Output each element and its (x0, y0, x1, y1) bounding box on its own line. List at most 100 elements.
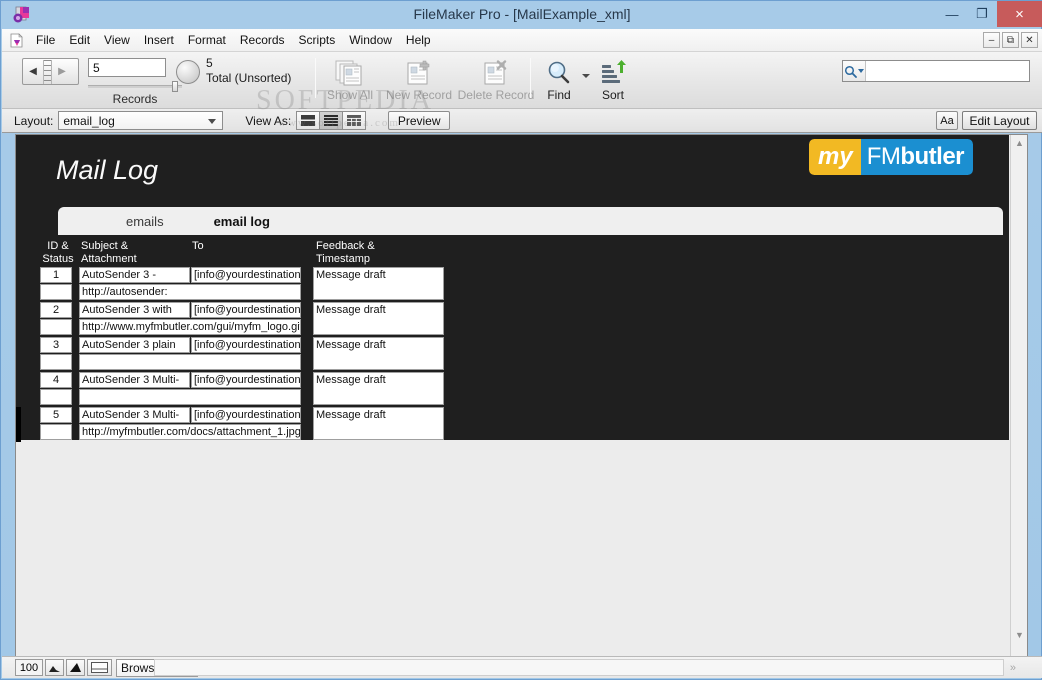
cell-to[interactable]: [info@yourdestination. (191, 407, 301, 423)
record-slider[interactable] (88, 81, 182, 92)
view-as-group (296, 111, 367, 130)
scroll-up-icon[interactable]: ▲ (1011, 135, 1027, 151)
show-all-records-button[interactable]: Show All (320, 56, 380, 106)
vertical-scrollbar[interactable]: ▲ ▼ (1010, 135, 1027, 658)
cell-subject[interactable]: AutoSender 3 - (79, 267, 190, 283)
cell-status[interactable] (40, 424, 72, 440)
tab-emails[interactable]: emails (116, 207, 174, 235)
document-restore-button[interactable]: ⧉ (1002, 32, 1019, 48)
myfmbutler-logo: my FM butler (809, 139, 974, 175)
zoom-out-icon[interactable] (45, 659, 64, 676)
delete-record-label: Delete Record (457, 88, 535, 102)
layout-select-value: email_log (63, 113, 115, 128)
document-minimize-button[interactable]: – (983, 32, 1000, 48)
sort-button[interactable]: Sort (594, 56, 632, 106)
cell-record-id[interactable]: 3 (40, 337, 72, 353)
cell-status[interactable] (40, 354, 72, 370)
search-dropdown-caret-icon[interactable] (858, 69, 864, 73)
view-as-list-button[interactable] (319, 111, 344, 130)
cell-to[interactable]: [info@yourdestination. (191, 337, 301, 353)
menu-item-help[interactable]: Help (399, 31, 438, 50)
menu-item-window[interactable]: Window (342, 31, 399, 50)
zoom-level-indicator[interactable]: 100 (15, 659, 43, 676)
view-as-table-button[interactable] (342, 111, 367, 130)
cell-subject[interactable]: AutoSender 3 with (79, 302, 190, 318)
cell-attachment[interactable] (79, 354, 301, 370)
find-button[interactable]: Find (540, 56, 578, 106)
cell-subject[interactable]: AutoSender 3 Multi- (79, 372, 190, 388)
view-as-form-button[interactable] (296, 111, 321, 130)
scroll-down-icon[interactable]: ▼ (1011, 626, 1027, 643)
cell-status[interactable] (40, 284, 72, 300)
slider-thumb[interactable] (172, 81, 178, 92)
quick-search-box[interactable] (842, 60, 1030, 82)
table-row[interactable]: 2 AutoSender 3 with http://www.myfmbutler.… (16, 302, 1009, 337)
find-dropdown-caret-icon[interactable] (582, 74, 590, 78)
tab-email-log[interactable]: email log (204, 207, 280, 235)
menu-item-file[interactable]: File (29, 31, 62, 50)
previous-record-button[interactable]: ◀ (23, 59, 43, 84)
cell-status[interactable] (40, 389, 72, 405)
column-header-line1: ID & (47, 240, 69, 252)
horizontal-scrollbar[interactable] (154, 659, 1004, 676)
window-minimize-button[interactable]: — (937, 1, 967, 27)
menu-item-insert[interactable]: Insert (137, 31, 181, 50)
column-header-id-status: ID & Status (38, 240, 78, 266)
record-marker[interactable] (16, 372, 21, 407)
layout-select[interactable]: email_log (58, 111, 224, 130)
window-close-button[interactable]: × (997, 1, 1042, 27)
chevron-down-icon (208, 119, 217, 124)
delete-record-icon (481, 56, 511, 86)
cell-feedback[interactable]: Message draft (313, 302, 444, 335)
cell-record-id[interactable]: 5 (40, 407, 72, 423)
cell-record-id[interactable]: 2 (40, 302, 72, 318)
logo-fmbutler-text: FM butler (860, 139, 974, 175)
preview-button[interactable]: Preview (388, 111, 451, 130)
edit-layout-button[interactable]: Edit Layout (962, 111, 1037, 130)
cell-attachment[interactable]: http://www.myfmbutler.com/gui/myfm_logo.… (79, 319, 301, 335)
cell-to[interactable]: [info@yourdestination. (191, 372, 301, 388)
table-row[interactable]: 5 AutoSender 3 Multi-http://myfmbutler.co… (16, 407, 1009, 442)
new-record-button[interactable]: New Record (383, 56, 455, 106)
window-maximize-button[interactable]: ❐ (967, 1, 997, 27)
cell-attachment[interactable]: http://autosender: (79, 284, 301, 300)
document-close-button[interactable]: ✕ (1021, 32, 1038, 48)
next-record-button[interactable]: ▶ (52, 59, 72, 84)
cell-to[interactable]: [info@yourdestination. (191, 302, 301, 318)
current-record-marker[interactable] (16, 407, 21, 442)
table-row[interactable]: 4 AutoSender 3 Multi- [info@yourdestinatio… (16, 372, 1009, 407)
table-row[interactable]: 1 AutoSender 3 - http://autosender: [info@y… (16, 267, 1009, 302)
cell-subject[interactable]: AutoSender 3 Multi- (79, 407, 190, 423)
scroll-right-icon[interactable]: » (1010, 662, 1016, 674)
delete-record-button[interactable]: Delete Record (457, 56, 535, 106)
record-marker[interactable] (16, 302, 21, 337)
cell-subject[interactable]: AutoSender 3 plain (79, 337, 190, 353)
current-record-number[interactable]: 5 (88, 58, 166, 77)
menu-item-view[interactable]: View (97, 31, 137, 50)
search-icon[interactable] (843, 61, 866, 81)
menu-item-records[interactable]: Records (233, 31, 292, 50)
cell-attachment[interactable]: http://myfmbutler.com/docs/attachment_1.… (79, 424, 301, 440)
cell-record-id[interactable]: 4 (40, 372, 72, 388)
cell-feedback[interactable]: Message draft (313, 267, 444, 300)
record-marker[interactable] (16, 267, 21, 302)
menu-item-scripts[interactable]: Scripts (292, 31, 343, 50)
quick-search-input[interactable] (866, 62, 1029, 80)
menu-item-edit[interactable]: Edit (62, 31, 97, 50)
cell-status[interactable] (40, 319, 72, 335)
zoom-in-icon[interactable] (66, 659, 85, 676)
record-marker[interactable] (16, 337, 21, 372)
column-header-to: To (192, 240, 302, 253)
cell-to[interactable]: [info@yourdestination. (191, 267, 301, 283)
table-header: ID & Status Subject & Attachment To Feed… (16, 240, 1009, 267)
cell-feedback[interactable]: Message draft (313, 372, 444, 405)
cell-feedback[interactable]: Message draft (313, 407, 444, 440)
text-formatting-button[interactable]: Aa (936, 111, 958, 130)
cell-feedback[interactable]: Message draft (313, 337, 444, 370)
record-navigator[interactable]: ◀ ▶ (22, 58, 79, 85)
status-area-toggle-icon[interactable] (87, 659, 112, 676)
table-row[interactable]: 3 AutoSender 3 plain [info@yourdestination… (16, 337, 1009, 372)
menu-item-format[interactable]: Format (181, 31, 233, 50)
cell-attachment[interactable] (79, 389, 301, 405)
cell-record-id[interactable]: 1 (40, 267, 72, 283)
